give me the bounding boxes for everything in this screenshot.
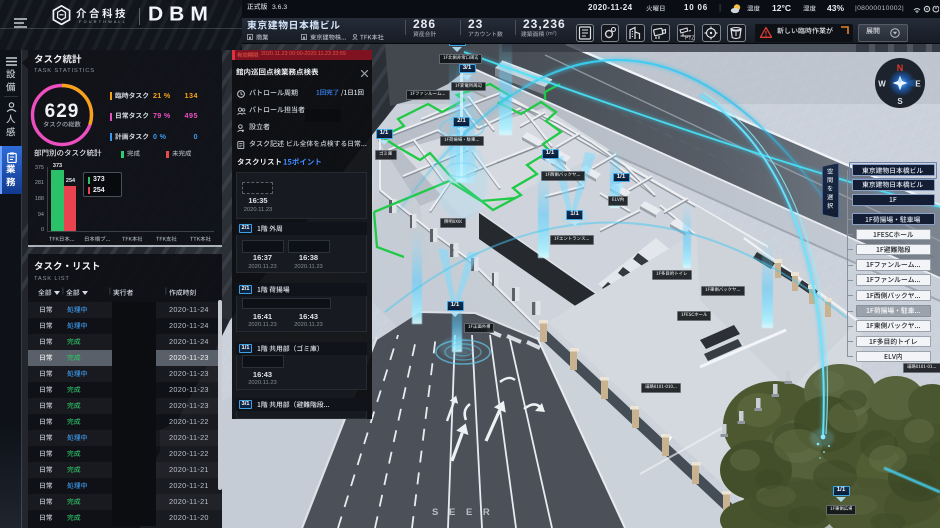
svg-text:N: N [897, 63, 904, 73]
svg-text:W: W [878, 80, 886, 89]
svg-text:E: E [915, 80, 921, 89]
svg-text:S: S [897, 97, 903, 106]
svg-text:PTZ: PTZ [685, 35, 694, 41]
